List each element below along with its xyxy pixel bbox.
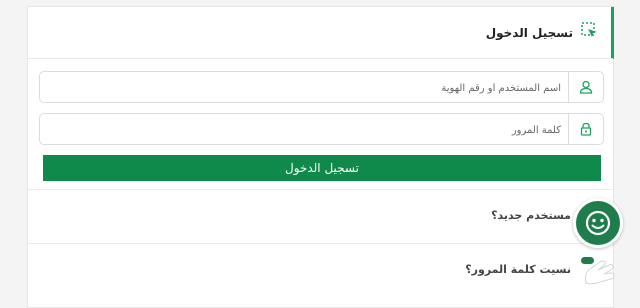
pointer-select-icon bbox=[581, 21, 599, 44]
forgot-password-row[interactable]: نسيت كلمة المرور؟ bbox=[28, 243, 613, 295]
new-user-row[interactable]: مستخدم جديد؟ bbox=[28, 189, 613, 241]
lock-icon bbox=[568, 114, 603, 144]
username-input[interactable] bbox=[79, 78, 563, 98]
username-field[interactable] bbox=[39, 71, 604, 103]
chat-smile-icon bbox=[585, 210, 611, 236]
login-title: تسجيل الدخول bbox=[485, 25, 573, 40]
login-card: تسجيل الدخول تسجيل الدخول مستخدم جديد؟ ن… bbox=[27, 6, 614, 308]
hand-icon bbox=[581, 256, 615, 284]
user-icon bbox=[568, 72, 603, 102]
new-user-link[interactable]: مستخدم جديد؟ bbox=[491, 209, 571, 222]
chat-widget-button[interactable] bbox=[573, 198, 623, 248]
password-input[interactable] bbox=[79, 120, 563, 140]
login-header: تسجيل الدخول bbox=[28, 7, 613, 59]
accessibility-widget[interactable] bbox=[573, 248, 625, 289]
login-button[interactable]: تسجيل الدخول bbox=[43, 155, 601, 181]
password-field[interactable] bbox=[39, 113, 604, 145]
forgot-password-link[interactable]: نسيت كلمة المرور؟ bbox=[465, 263, 571, 276]
